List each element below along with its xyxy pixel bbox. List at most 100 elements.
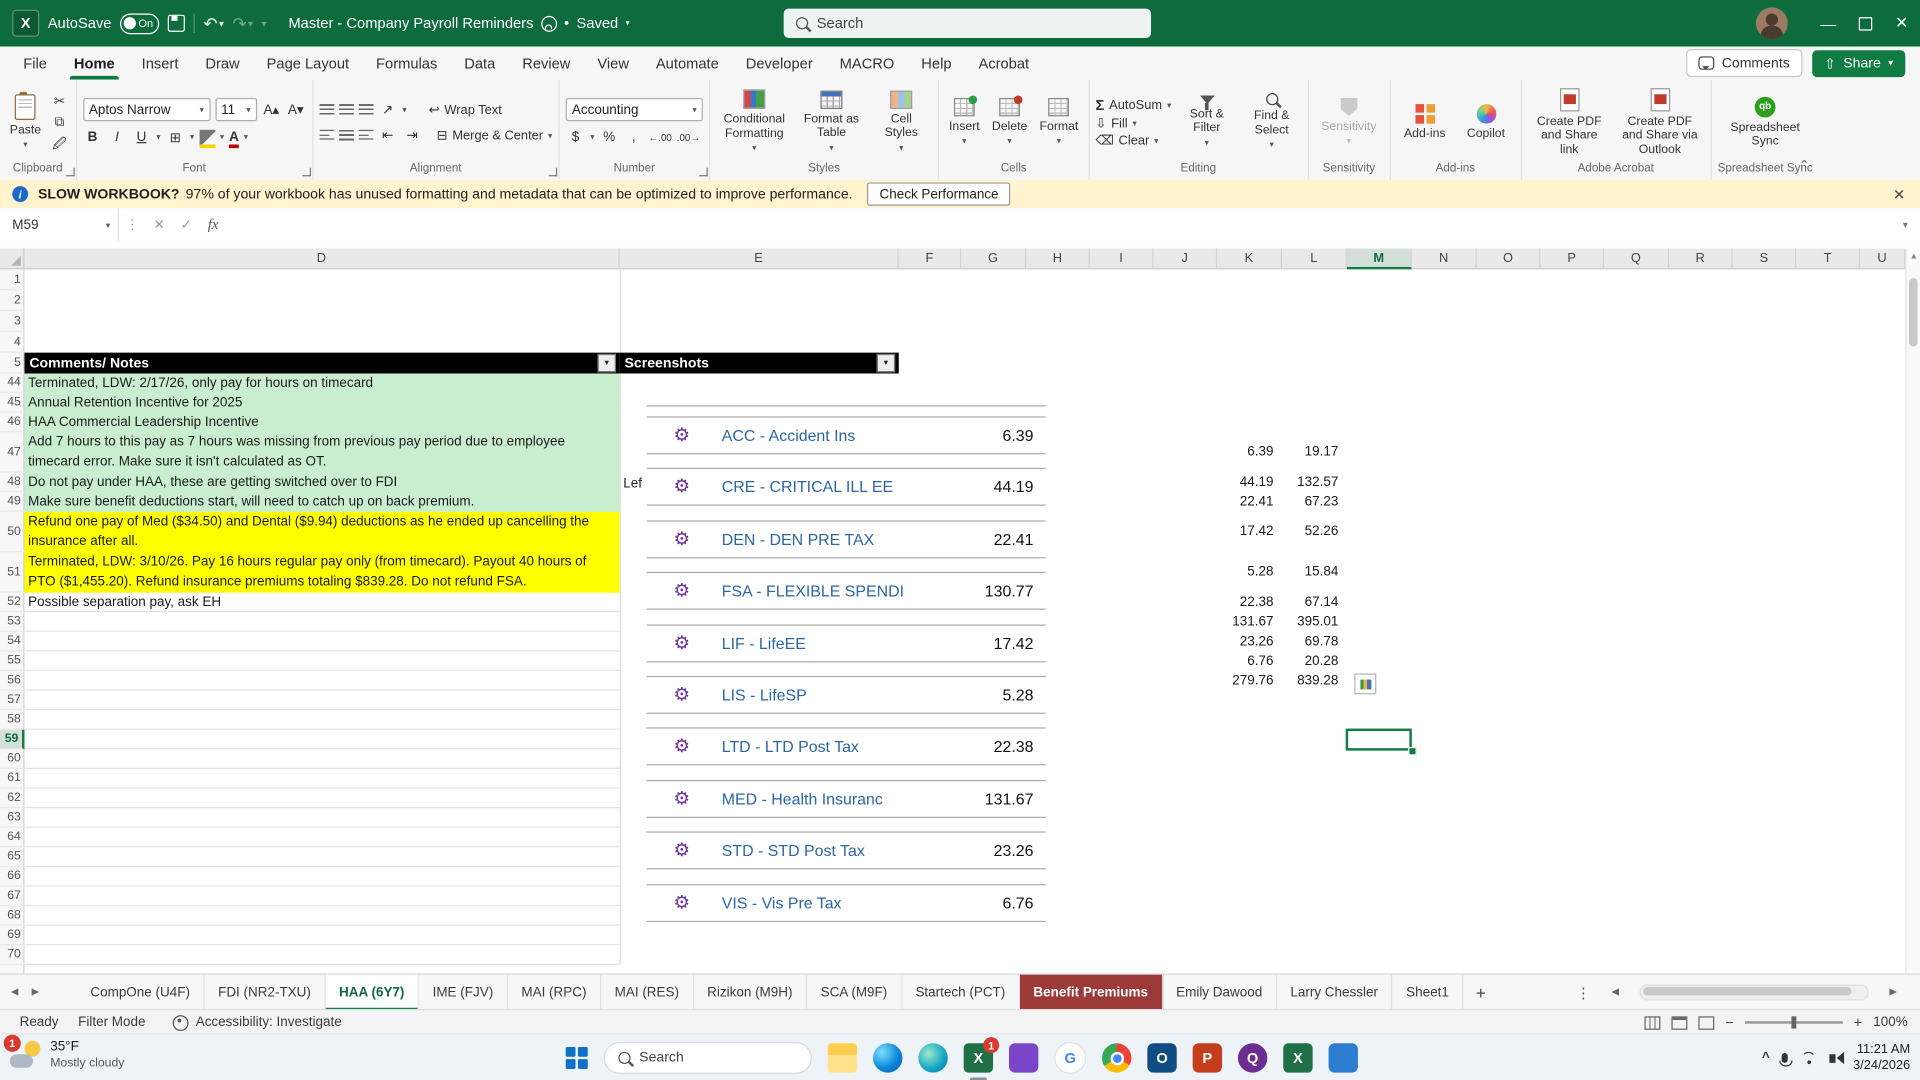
copy-button[interactable]: ⧉ [50,113,70,133]
cell-K51[interactable]: 5.28 [1217,552,1273,592]
user-avatar[interactable] [1755,7,1788,40]
insert-function-button[interactable]: fx [200,208,227,241]
increase-font-button[interactable]: A▴ [262,100,282,120]
microphone-icon[interactable] [1779,1053,1793,1067]
close-button[interactable]: ✕ [1883,0,1920,47]
row-header-62[interactable]: 62 [0,789,25,809]
wrap-text-button[interactable]: Wrap Text [444,102,501,117]
formula-bar-expand-icon[interactable]: ▾ [1891,208,1920,241]
page-layout-view-icon[interactable] [1671,1015,1688,1030]
cell-K52[interactable]: 22.38 [1217,593,1274,613]
comment-cell-row-51[interactable]: Terminated, LDW: 3/10/26. Pay 16 hours r… [24,552,620,593]
cell-K56[interactable]: 279.76 [1217,671,1273,691]
merge-center-button[interactable]: Merge & Center [452,128,543,143]
collapse-ribbon-icon[interactable]: ⌃ [1799,159,1809,172]
row-header-60[interactable]: 60 [0,749,25,769]
row-header-2[interactable]: 2 [0,290,25,312]
row-header-50[interactable]: 50 [0,512,25,553]
format-painter-button[interactable]: 🖉 [50,135,70,155]
fill-button[interactable]: ⇩ Fill ▾ [1095,116,1171,131]
confirm-entry-icon[interactable]: ✓ [173,208,200,241]
new-sheet-button[interactable]: + [1464,975,1499,1011]
comment-cell-row-47[interactable]: Add 7 hours to this pay as 7 hours was m… [24,432,620,473]
edge-icon[interactable] [873,1043,903,1073]
share-button[interactable]: ⇧ Share ▾ [1811,49,1906,77]
row-header-64[interactable]: 64 [0,828,25,848]
format-as-table-button[interactable]: Format as Table ▾ [797,88,866,157]
spreadsheet-sync-button[interactable]: qb Spreadsheet Sync [1717,94,1813,152]
clear-button[interactable]: ⌫ Clear ▾ [1095,133,1171,148]
ribbon-tab-draw[interactable]: Draw [192,47,253,80]
page-break-view-icon[interactable] [1698,1015,1715,1030]
column-header-f[interactable]: F [899,248,962,269]
sheet-tab-emily-dawood[interactable]: Emily Dawood [1163,974,1277,1011]
ribbon-tab-file[interactable]: File [10,47,61,80]
q-app-icon[interactable]: Q [1237,1043,1268,1073]
cell-L51[interactable]: 15.84 [1282,552,1339,592]
row-header-51[interactable]: 51 [0,552,25,593]
ribbon-tab-data[interactable]: Data [451,47,509,80]
hscroll-right-icon[interactable]: ► [1878,986,1907,999]
row-header-45[interactable]: 45 [0,393,25,413]
column-header-h[interactable]: H [1026,248,1090,269]
accessibility-status[interactable]: Accessibility: Investigate [196,1015,342,1030]
row-header-44[interactable]: 44 [0,373,25,394]
row-header-69[interactable]: 69 [0,926,25,946]
fill-handle[interactable] [1408,746,1417,756]
row-header-61[interactable]: 61 [0,769,25,789]
file-explorer-icon[interactable] [827,1043,858,1073]
cell-K54[interactable]: 23.26 [1217,632,1274,652]
sheet-tab-sheet1[interactable]: Sheet1 [1393,974,1464,1011]
ribbon-tab-macro[interactable]: MACRO [826,47,908,80]
comment-cell-row-49[interactable]: Make sure benefit deductions start, will… [24,492,620,512]
row-header-70[interactable]: 70 [0,945,25,965]
cell-L47[interactable]: 19.17 [1282,432,1339,472]
copilot-button[interactable]: Copilot [1458,101,1514,143]
cell-styles-button[interactable]: Cell Styles ▾ [871,88,932,157]
cell-L56[interactable]: 839.28 [1282,671,1338,691]
decrease-font-button[interactable]: A▾ [286,100,306,120]
sheet-tab-compone-u4f[interactable]: CompOne (U4F) [77,974,205,1011]
cut-button[interactable]: ✂ [50,91,70,111]
row-header-5[interactable]: 5 [0,353,25,374]
google-icon[interactable]: G [1054,1042,1087,1074]
delete-cells-button[interactable]: Delete ▾ [988,95,1031,150]
media-app-icon[interactable] [1008,1043,1039,1073]
row-header-47[interactable]: 47 [0,432,25,473]
normal-view-icon[interactable] [1644,1015,1661,1030]
ribbon-tab-home[interactable]: Home [60,47,128,80]
row-header-4[interactable]: 4 [0,332,25,353]
decrease-indent-button[interactable]: ⇤ [378,126,398,146]
fill-color-button[interactable] [199,129,216,148]
redo-button[interactable]: ↷ ▾ [232,13,253,34]
paste-button[interactable]: Paste ▾ [6,91,45,153]
row-header-53[interactable]: 53 [0,612,25,632]
row-header-46[interactable]: 46 [0,413,25,433]
insert-cells-button[interactable]: Insert ▾ [945,95,983,150]
comment-cell-row-46[interactable]: HAA Commercial Leadership Incentive [24,412,620,433]
column-header-k[interactable]: K [1217,248,1283,269]
row-header-58[interactable]: 58 [0,710,25,730]
zoom-slider-thumb[interactable] [1791,1016,1797,1029]
ribbon-tab-view[interactable]: View [584,47,643,80]
font-size-select[interactable]: 11 ▾ [214,97,257,122]
column-header-l[interactable]: L [1282,248,1347,269]
column-header-j[interactable]: J [1153,248,1218,269]
comment-cell-row-52[interactable]: Possible separation pay, ask EH [24,593,619,613]
check-performance-button[interactable]: Check Performance [867,182,1011,206]
ribbon-tab-developer[interactable]: Developer [732,47,826,80]
comment-cell-row-45[interactable]: Annual Retention Incentive for 2025 [24,393,620,413]
conditional-formatting-button[interactable]: Conditional Formatting ▾ [716,88,792,158]
comment-cell-row-44[interactable]: Terminated, LDW: 2/17/26, only pay for h… [24,373,620,394]
alignment-dialog-launcher-icon[interactable] [548,167,558,177]
cell-L50[interactable]: 52.26 [1282,512,1339,552]
row-header-48[interactable]: 48 [0,473,25,493]
outlook-icon[interactable]: O [1147,1043,1177,1073]
align-middle-icon[interactable] [338,104,354,116]
customize-qat-icon[interactable]: ▾ [261,18,266,29]
font-dialog-launcher-icon[interactable] [301,167,311,177]
row-header-52[interactable]: 52 [0,593,25,613]
document-title[interactable]: Master - Company Payroll Reminders [288,15,533,32]
comments-button[interactable]: Comments [1686,48,1803,78]
comma-style-button[interactable]: , [624,127,644,147]
